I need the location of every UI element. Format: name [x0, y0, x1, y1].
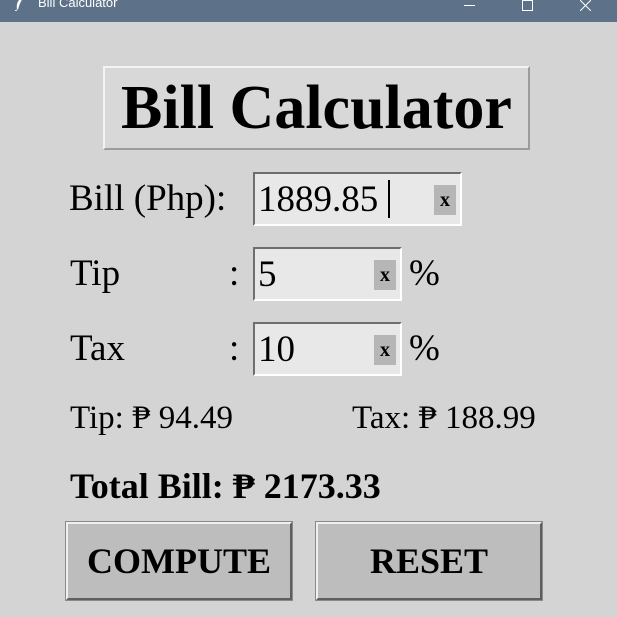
tip-clear-button[interactable]: x: [374, 260, 396, 290]
close-icon: [579, 0, 591, 11]
tax-label: Tax: [70, 328, 125, 369]
page-title: Bill Calculator: [121, 73, 512, 142]
tip-amount: Tip: ₱ 94.49: [70, 400, 233, 436]
tax-colon: :: [229, 328, 240, 369]
tip-label: Tip: [70, 253, 121, 294]
maximize-button[interactable]: [504, 0, 550, 16]
tip-input[interactable]: [258, 249, 360, 299]
title-bar: Bill Calculator: [0, 0, 617, 22]
maximize-icon: [521, 0, 533, 11]
close-button[interactable]: [562, 0, 608, 16]
heading-banner: Bill Calculator: [103, 66, 530, 150]
minimize-button[interactable]: [446, 0, 492, 16]
window-title: Bill Calculator: [38, 0, 118, 10]
tip-percent: %: [409, 253, 440, 294]
tax-amount: Tax: ₱ 188.99: [352, 400, 536, 436]
tax-clear-button[interactable]: x: [374, 335, 396, 365]
bill-field[interactable]: x: [253, 172, 462, 226]
compute-button[interactable]: COMPUTE: [65, 521, 293, 601]
tax-percent: %: [409, 328, 440, 369]
reset-button[interactable]: RESET: [315, 521, 543, 601]
total-bill: Total Bill: ₱ 2173.33: [70, 466, 381, 506]
tax-input[interactable]: [258, 324, 360, 374]
tip-field[interactable]: x: [253, 247, 402, 301]
tax-field[interactable]: x: [253, 322, 402, 376]
bill-clear-button[interactable]: x: [434, 185, 456, 215]
bill-input[interactable]: [258, 174, 402, 224]
minimize-icon: [463, 0, 475, 11]
tip-colon: :: [229, 253, 240, 294]
text-caret: [388, 180, 390, 218]
bill-label: Bill (Php):: [69, 178, 227, 219]
feather-icon: [14, 0, 26, 12]
